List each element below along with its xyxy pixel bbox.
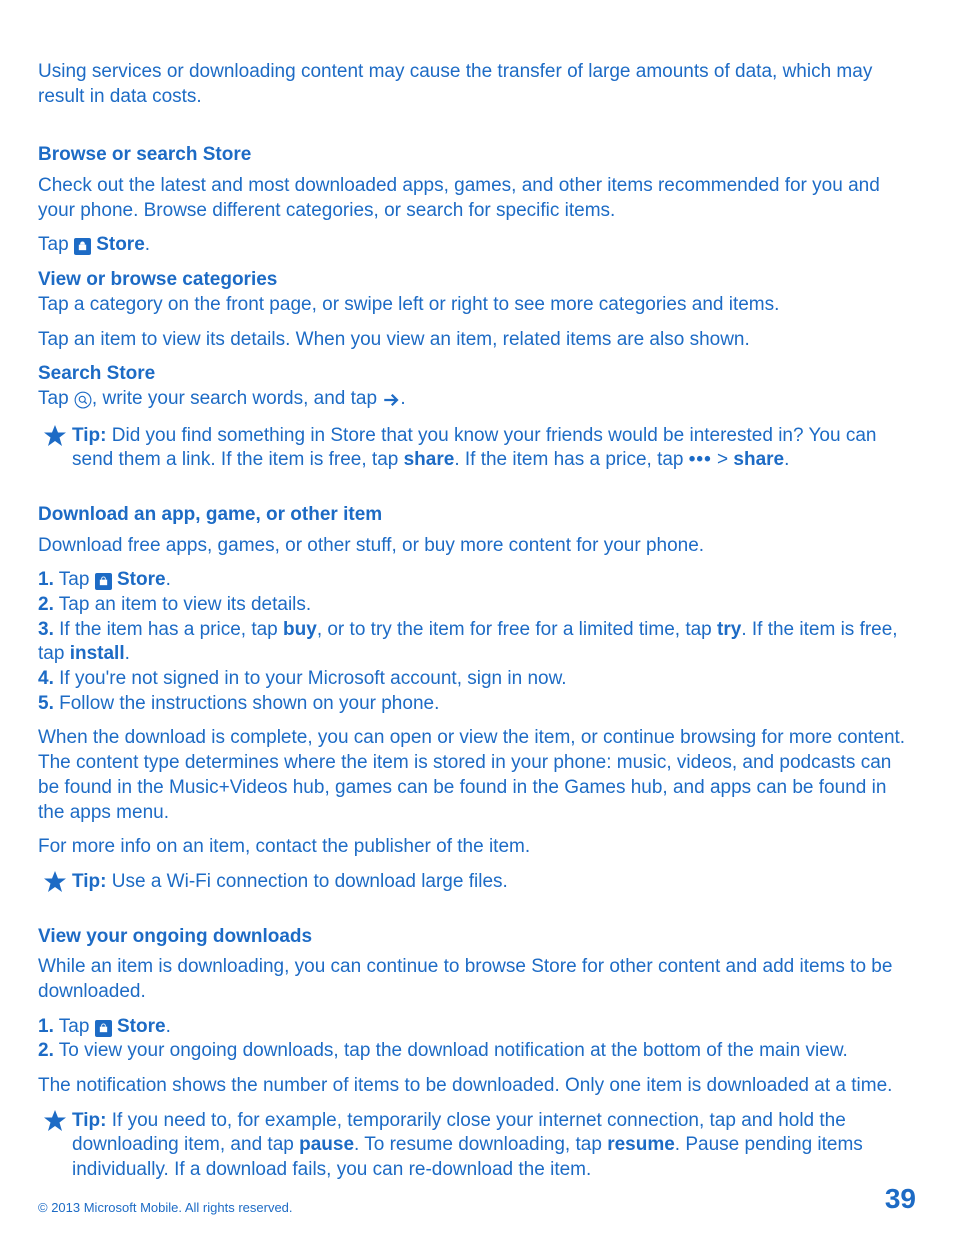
text: . If the item has a price, tap (454, 449, 688, 470)
ongoing-note: The notification shows the number of ite… (38, 1074, 916, 1099)
text: Tap (38, 388, 74, 409)
intro-text: Using services or downloading content ma… (38, 60, 916, 109)
search-instruction: Tap , write your search words, and tap . (38, 387, 916, 414)
tip-share: Tip: Did you find something in Store tha… (38, 424, 916, 473)
text: . (400, 388, 405, 409)
heading-search-store: Search Store (38, 362, 916, 387)
num: 4. (38, 668, 54, 689)
text: . (125, 643, 130, 664)
star-icon (38, 870, 72, 894)
text: Tap (54, 569, 95, 590)
num: 5. (38, 693, 54, 714)
text: , or to try the item for free for a limi… (317, 619, 717, 640)
share-label: share (404, 449, 455, 470)
text: Tap (38, 234, 74, 255)
download-after2: For more info on an item, contact the pu… (38, 835, 916, 860)
store-label: Store (117, 569, 166, 590)
resume-label: resume (607, 1134, 675, 1155)
text: Use a Wi-Fi connection to download large… (106, 871, 507, 892)
tip-text: Tip: If you need to, for example, tempor… (72, 1109, 916, 1183)
text: , write your search words, and tap (92, 388, 382, 409)
store-label: Store (96, 234, 145, 255)
text: Tap an item to view its details. (54, 594, 311, 615)
footer: © 2013 Microsoft Mobile. All rights rese… (38, 1181, 916, 1217)
copyright: © 2013 Microsoft Mobile. All rights rese… (38, 1200, 293, 1217)
browse-desc: Check out the latest and most downloaded… (38, 174, 916, 223)
heading-ongoing: View your ongoing downloads (38, 925, 916, 950)
buy-label: buy (283, 619, 317, 640)
tip-pause: Tip: If you need to, for example, tempor… (38, 1109, 916, 1183)
text: . (166, 1016, 171, 1037)
tip-label: Tip: (72, 425, 106, 446)
text: Tap (54, 1016, 95, 1037)
page-number: 39 (885, 1181, 916, 1217)
list-item: 1. Tap Store. (38, 568, 916, 593)
num: 2. (38, 1040, 54, 1061)
arrow-right-icon (382, 389, 400, 414)
tip-label: Tip: (72, 1110, 106, 1131)
list-item: 4. If you're not signed in to your Micro… (38, 667, 916, 692)
view-cat-line1: Tap a category on the front page, or swi… (38, 293, 916, 318)
text: . (145, 234, 150, 255)
num: 3. (38, 619, 54, 640)
store-icon (95, 573, 112, 590)
install-label: install (70, 643, 125, 664)
search-icon (74, 389, 92, 414)
text: > (712, 449, 734, 470)
text: To view your ongoing downloads, tap the … (54, 1040, 848, 1061)
try-label: try (717, 619, 741, 640)
num: 1. (38, 569, 54, 590)
heading-browse-search: Browse or search Store (38, 143, 916, 168)
store-label: Store (117, 1016, 166, 1037)
num: 1. (38, 1016, 54, 1037)
share-label: share (733, 449, 784, 470)
download-after1: When the download is complete, you can o… (38, 726, 916, 825)
download-desc: Download free apps, games, or other stuf… (38, 534, 916, 559)
star-icon (38, 424, 72, 448)
text: If the item has a price, tap (54, 619, 283, 640)
star-icon (38, 1109, 72, 1133)
store-icon (95, 1020, 112, 1037)
list-item: 2. To view your ongoing downloads, tap t… (38, 1039, 916, 1064)
tap-store-line: Tap Store. (38, 233, 916, 258)
more-icon: ••• (689, 449, 712, 470)
heading-view-categories: View or browse categories (38, 268, 916, 293)
list-item: 1. Tap Store. (38, 1015, 916, 1040)
view-cat-line2: Tap an item to view its details. When yo… (38, 328, 916, 353)
text: . To resume downloading, tap (354, 1134, 607, 1155)
store-icon (74, 238, 91, 255)
pause-label: pause (299, 1134, 354, 1155)
text: If you're not signed in to your Microsof… (54, 668, 567, 689)
ongoing-desc: While an item is downloading, you can co… (38, 955, 916, 1004)
list-item: 5. Follow the instructions shown on your… (38, 692, 916, 717)
list-item: 3. If the item has a price, tap buy, or … (38, 618, 916, 667)
tip-text: Tip: Use a Wi-Fi connection to download … (72, 870, 916, 895)
page: Using services or downloading content ma… (0, 0, 954, 1257)
text: . (784, 449, 789, 470)
text: Follow the instructions shown on your ph… (54, 693, 440, 714)
tip-label: Tip: (72, 871, 106, 892)
tip-text: Tip: Did you find something in Store tha… (72, 424, 916, 473)
num: 2. (38, 594, 54, 615)
text: . (166, 569, 171, 590)
heading-download: Download an app, game, or other item (38, 503, 916, 528)
tip-wifi: Tip: Use a Wi-Fi connection to download … (38, 870, 916, 895)
list-item: 2. Tap an item to view its details. (38, 593, 916, 618)
